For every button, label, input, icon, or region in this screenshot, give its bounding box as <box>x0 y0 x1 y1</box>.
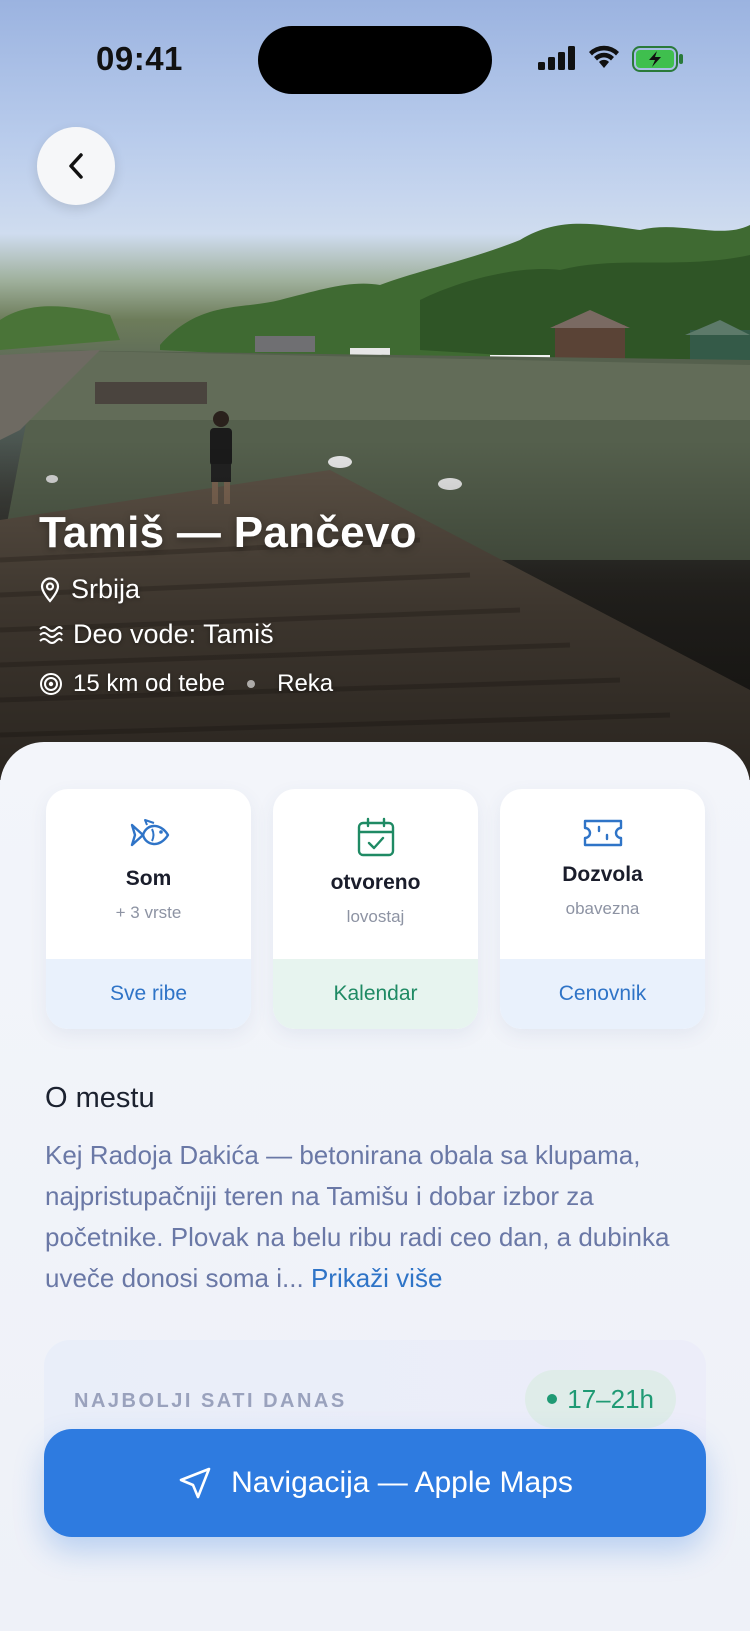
permit-card-subtitle: obavezna <box>565 899 640 918</box>
water-part-text: Deo vode: Tamiš <box>73 619 274 649</box>
chevron-left-icon <box>69 153 83 179</box>
best-hours-value: 17–21h <box>567 1383 654 1414</box>
location-row: Srbija <box>39 574 417 605</box>
price-list-button[interactable]: Cenovnik <box>500 959 705 1029</box>
about-text: Kej Radoja Dakića — betonirana obala sa … <box>45 1135 715 1299</box>
spot-header: Tamiš — Pančevo Srbija Deo vode: Tamiš 1… <box>39 508 417 698</box>
battery-charging-icon <box>632 46 683 72</box>
distance-text: 15 km od tebe <box>73 670 226 697</box>
navigation-arrow-icon <box>179 1467 211 1499</box>
about-section: O mestu Kej Radoja Dakića — betonirana o… <box>45 1082 715 1299</box>
hero-photo: 09:41 Tamiš — Pančevo Srbija Deo vode: T… <box>0 0 750 780</box>
distance-row: 15 km od tebe Reka <box>39 670 417 698</box>
season-card: otvoreno lovostaj Kalendar <box>273 789 478 1029</box>
about-heading: O mestu <box>45 1082 155 1114</box>
navigation-button-label: Navigacija — Apple Maps <box>231 1466 573 1499</box>
best-hours-badge: 17–21h <box>525 1370 676 1428</box>
back-button[interactable] <box>37 127 115 205</box>
map-pin-icon <box>40 576 60 603</box>
wifi-icon <box>589 45 619 68</box>
fish-card: Som + 3 vrste Sve ribe <box>46 789 251 1029</box>
all-fish-button[interactable]: Sve ribe <box>46 959 251 1029</box>
navigation-button[interactable]: Navigacija — Apple Maps <box>44 1429 706 1537</box>
fish-card-subtitle: + 3 vrste <box>115 903 182 922</box>
show-more-link[interactable]: Prikaži više <box>311 1263 442 1293</box>
waves-icon <box>39 625 63 644</box>
status-bar: 09:41 <box>0 0 750 120</box>
location-text: Srbija <box>71 574 141 604</box>
status-time: 09:41 <box>96 40 183 77</box>
ticket-icon <box>583 819 622 847</box>
water-part-row: Deo vode: Tamiš <box>39 619 417 650</box>
status-dot <box>547 1394 558 1404</box>
spot-title: Tamiš — Pančevo <box>39 508 417 557</box>
fish-card-title: Som <box>125 867 172 890</box>
fish-icon <box>130 819 169 847</box>
calendar-button[interactable]: Kalendar <box>273 959 478 1029</box>
info-cards: Som + 3 vrste Sve ribe otvoreno lovostaj… <box>46 789 705 1029</box>
best-hours-label: NAJBOLJI SATI DANAS <box>74 1390 347 1412</box>
permit-card: Dozvola obavezna Cenovnik <box>500 789 705 1029</box>
permit-card-title: Dozvola <box>562 863 643 886</box>
season-card-subtitle: lovostaj <box>346 907 405 926</box>
target-icon <box>40 673 62 695</box>
dynamic-island <box>258 26 492 94</box>
calendar-check-icon <box>357 817 394 857</box>
separator-dot <box>247 680 256 688</box>
details-sheet: Som + 3 vrste Sve ribe otvoreno lovostaj… <box>0 742 750 1631</box>
cellular-signal-icon <box>538 46 575 70</box>
season-card-title: otvoreno <box>330 871 421 894</box>
water-type-text: Reka <box>277 670 334 697</box>
